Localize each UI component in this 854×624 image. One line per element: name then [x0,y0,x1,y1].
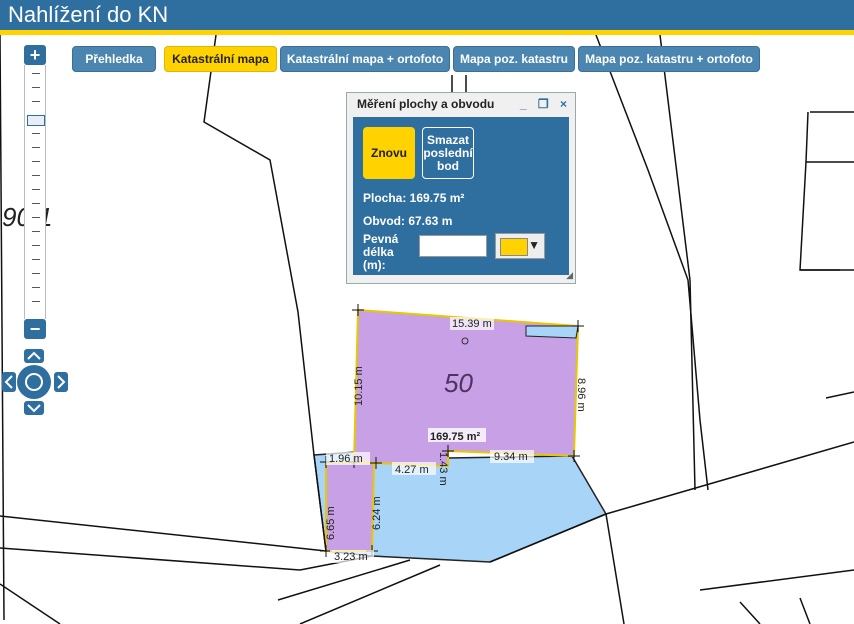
measure-panel-body: Znovu Smazat poslední bod Plocha: 169.75… [353,117,569,275]
app-title: Nahlížení do KN [8,2,169,27]
fixed-length-label: Pevná délka (m): [363,232,399,272]
pan-down-icon[interactable] [24,401,44,415]
zoom-control: + − [24,45,46,339]
parcel-number-label: 50 [444,368,473,398]
chevron-down-icon: ▼ [528,238,540,252]
segment-label-7: 6.65 m [325,506,337,540]
small-blue-corner [525,325,579,339]
segment-label-2: 8.96 m [575,378,587,412]
area-result-label: 169.75 m² [430,431,480,443]
color-select[interactable]: ▼ [495,233,545,259]
again-button[interactable]: Znovu [363,127,415,179]
segment-label-0: 15.39 m [452,318,492,330]
minimize-icon[interactable]: _ [520,97,527,111]
pan-right-icon[interactable] [54,372,68,392]
app-header: Nahlížení do KN [0,0,854,35]
segment-label-5: 1.43 m [437,452,449,486]
segment-label-8: 6.24 m [371,496,383,530]
color-swatch [500,238,528,256]
resize-grip-icon[interactable]: ◢ [566,270,573,281]
maximize-icon[interactable]: ❐ [538,97,549,111]
segment-label-9: 3.23 m [334,551,368,563]
segment-label-1: 10.15 m [353,366,365,406]
measure-panel-title: Měření plochy a obvodu [357,97,495,111]
tab-mapa-poz-katastru[interactable]: Mapa poz. katastru [453,46,575,72]
zoom-in-button[interactable]: + [24,45,46,65]
zoom-slider-handle[interactable] [27,115,45,126]
zoom-slider[interactable] [24,65,46,319]
perimeter-text: Obvod: 67.63 m [363,214,453,228]
close-icon[interactable]: × [560,97,567,111]
measure-panel: Měření plochy a obvodu _ ❐ × Znovu Smaza… [346,92,576,284]
measure-panel-header[interactable]: Měření plochy a obvodu _ ❐ × [347,93,575,115]
pan-left-icon[interactable] [2,372,16,392]
tab-katastralni-mapa[interactable]: Katastrální mapa [164,46,277,72]
segment-label-3: 9.34 m [494,451,528,463]
segment-label-6: 1.96 m [329,453,363,465]
pan-up-icon[interactable] [24,349,44,363]
segment-label-4: 4.27 m [395,464,429,476]
tab-katastralni-mapa-ortofoto[interactable]: Katastrální mapa + ortofoto [280,46,450,72]
tab-prehledka[interactable]: Přehledka [72,46,156,72]
tab-mapa-poz-katastru-ortofoto[interactable]: Mapa poz. katastru + ortofoto [578,46,760,72]
area-text: Plocha: 169.75 m² [363,191,465,205]
zoom-out-button[interactable]: − [24,319,46,339]
delete-last-point-button[interactable]: Smazat poslední bod [422,127,474,179]
fixed-length-input[interactable] [419,235,487,257]
pan-control[interactable] [2,349,70,417]
